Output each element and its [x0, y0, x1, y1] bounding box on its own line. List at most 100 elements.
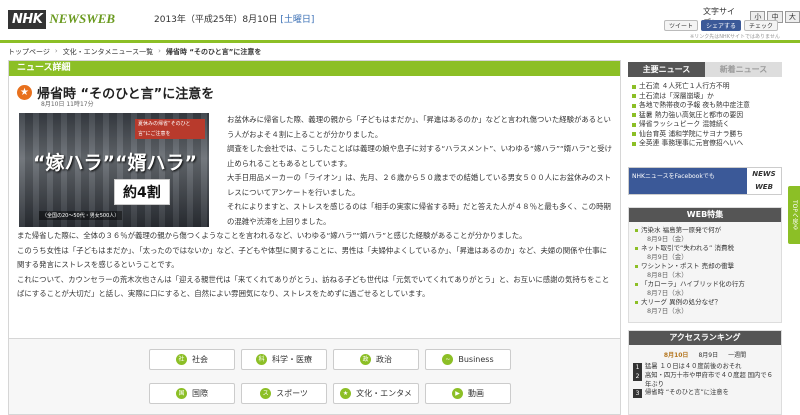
ranking-tab-week[interactable]: 一週間: [728, 350, 746, 359]
feature-date: 8月7日（水）: [647, 289, 688, 297]
bullet-icon: [632, 122, 636, 127]
feature-date: 8月7日（水）: [647, 307, 688, 315]
main-news-item[interactable]: 帰省ラッシュピーク 混雑続く: [632, 120, 778, 130]
category-label: 文化・エンタメ: [356, 389, 412, 398]
main-news-item[interactable]: 各地で熱帯夜の予報 夜も熱中症注意: [632, 101, 778, 111]
facebook-share-button[interactable]: シェアする: [701, 20, 742, 31]
news-link[interactable]: 帰省ラッシュピーク 混雑続く: [639, 120, 730, 130]
bullet-icon: [635, 265, 638, 268]
news-link[interactable]: 全英連 事務理事に元官僚招へいへ: [639, 139, 743, 149]
star-icon: ★: [17, 85, 32, 100]
nhk-newsweb-logo[interactable]: NHK NEWSWEB: [8, 6, 133, 32]
date-text: 2013年（平成25年）8月10日: [154, 15, 278, 25]
article-time: 8月10日 11時17分: [41, 101, 94, 108]
web-feature-item[interactable]: 汚染水 福島第一原発で何が: [635, 226, 777, 235]
web-feature-item[interactable]: ワシントン・ポスト 売却の衝撃: [635, 262, 777, 271]
feature-link[interactable]: 汚染水 福島第一原発で何が: [641, 226, 721, 235]
article-paragraph: お盆休みに帰省した際、義理の親から「子どもはまだか」、「昇進はあるのか」などと言…: [227, 115, 611, 139]
news-tabs: 主要ニュース 新着ニュース: [628, 62, 782, 77]
category-social[interactable]: 社社会: [149, 349, 235, 370]
bullet-icon: [632, 132, 636, 136]
bullet-icon: [632, 141, 636, 146]
main-news-item[interactable]: 土石流は「深層崩壊」か: [632, 92, 778, 102]
news-link[interactable]: 猛暑 熱力強い高気圧と都市の要因: [639, 111, 743, 121]
breadcrumb-culture-link[interactable]: 文化・エンタメニュース一覧: [63, 47, 153, 57]
ranking-tab-yesterday[interactable]: 8月9日: [698, 350, 718, 359]
font-size-large-button[interactable]: 大: [784, 11, 800, 23]
breadcrumb-current: 帰省時 “そのひと言”に注意を: [165, 48, 262, 56]
current-date: 2013年（平成25年）8月10日 [土曜日]: [154, 12, 314, 25]
category-label: 科学・医療: [272, 355, 312, 364]
section-title: ニュース詳細: [9, 61, 620, 76]
bullet-icon: [635, 247, 638, 250]
article-paragraph: それによりますと、ストレスを感じるのは「相手の実家に帰省する時」だと答えた人が４…: [227, 202, 611, 226]
web-feature-item[interactable]: ネット取引で“失われる” 消費税: [635, 244, 777, 253]
science-icon: 科: [256, 354, 267, 365]
video-icon: ▶: [452, 388, 463, 399]
category-politics[interactable]: 政政治: [333, 349, 419, 370]
news-detail-panel: ニュース詳細 ★ 帰省時 “そのひと言”に注意を 8月10日 11時17分 夏休…: [8, 60, 621, 350]
ranking-item[interactable]: 1 猛暑 １０日は４０度前後のおそれ: [633, 363, 777, 372]
site-header: NHK NEWSWEB 2013年（平成25年）8月10日 [土曜日] 文字サイ…: [0, 0, 800, 40]
business-icon: ~: [442, 354, 454, 365]
category-label: スポーツ: [276, 389, 308, 398]
web-feature-list: 汚染水 福島第一原発で何が 8月9日（金） ネット取引で“失われる” 消費税 8…: [629, 222, 781, 316]
feature-date: 8月9日（金）: [647, 253, 688, 261]
share-buttons: ツイート シェアする チェック: [664, 20, 779, 31]
article-paragraph: 調査をした会社では、こうしたことばは義理の娘や息子に対する“ハラスメント”、いわ…: [227, 144, 612, 168]
news-link[interactable]: 各地で熱帯夜の予報 夜も熱中症注意: [639, 101, 750, 111]
breadcrumb-separator: ›: [158, 47, 161, 55]
category-sports[interactable]: ススポーツ: [241, 383, 327, 404]
feature-link[interactable]: 大リーグ 異例の処分なぜ？: [641, 298, 721, 307]
main-news-item[interactable]: 猛暑 熱力強い高気圧と都市の要因: [632, 111, 778, 121]
rank-number: 1: [633, 363, 642, 372]
feature-link[interactable]: 「カローラ」ハイブリッド化の行方: [641, 280, 745, 289]
news-link[interactable]: 土石流は「深層崩壊」か: [639, 92, 714, 102]
feature-link[interactable]: ワシントン・ポスト 売却の衝撃: [641, 262, 734, 271]
category-world[interactable]: 国国際: [149, 383, 235, 404]
ranking-link[interactable]: 帰省時 “そのひと言”に注意を: [645, 389, 729, 398]
politics-icon: 政: [360, 354, 371, 365]
main-news-item[interactable]: 土石流 ４人死亡１人行方不明: [632, 82, 778, 92]
bullet-icon: [632, 94, 636, 98]
news-link[interactable]: 仙台育英 浦和学院にサヨナラ勝ち: [639, 130, 743, 140]
web-feature-panel: WEB特集 汚染水 福島第一原発で何が 8月9日（金） ネット取引で“失われる”…: [628, 207, 782, 323]
nhk-logo: NHK: [8, 9, 47, 29]
ranking-list: 1 猛暑 １０日は４０度前後のおそれ 2 高知・四万十市や甲府市で４０度超 国内で６…: [629, 359, 781, 398]
weekday-text: [土曜日]: [280, 15, 315, 25]
category-video[interactable]: ▶ 動画: [425, 383, 511, 404]
ranking-tab-today[interactable]: 8月10日: [664, 350, 689, 359]
tweet-button[interactable]: ツイート: [664, 20, 699, 31]
article-paragraph: また帰省した際に、全体の３６％が義理の親から傷つくようなことを言われるなど、いわ…: [17, 231, 527, 240]
breadcrumb-home-link[interactable]: トップページ: [8, 47, 50, 57]
article-paragraph: これについて、カウンセラーの荒木次也さんは「迎える親世代は「来てくれてありがとう…: [17, 274, 610, 299]
main-news-item[interactable]: 仙台育英 浦和学院にサヨナラ勝ち: [632, 130, 778, 140]
ranking-link[interactable]: 猛暑 １０日は４０度前後のおそれ: [645, 363, 741, 372]
ranking-item[interactable]: 3 帰省時 “そのひと言”に注意を: [633, 389, 777, 398]
web-feature-item[interactable]: 大リーグ 異例の処分なぜ？: [635, 298, 777, 307]
category-business[interactable]: ~ Business: [425, 349, 511, 370]
category-science[interactable]: 科科学・医療: [241, 349, 327, 370]
news-link[interactable]: 土石流 ４人死亡１人行方不明: [639, 82, 730, 92]
ranking-tabs: 8月10日 8月9日 一週間: [629, 345, 781, 359]
web-feature-item[interactable]: 「カローラ」ハイブリッド化の行方: [635, 280, 777, 289]
web-feature-title: WEB特集: [629, 208, 781, 222]
facebook-banner[interactable]: NHKニュースをFacebookでも NEWS WEB: [628, 167, 782, 195]
category-label: 政治: [376, 355, 392, 364]
world-icon: 国: [176, 388, 187, 399]
breadcrumb-separator: ›: [54, 47, 58, 55]
main-news-item[interactable]: 全英連 事務理事に元官僚招へいへ: [632, 139, 778, 149]
category-label: Business: [458, 355, 494, 364]
tab-latest-news[interactable]: 新着ニュース: [705, 62, 782, 77]
article-body: お盆休みに帰省した際、義理の親から「子どもはまだか」、「昇進はあるのか」などと言…: [17, 113, 613, 302]
feature-link[interactable]: ネット取引で“失われる” 消費税: [641, 244, 734, 253]
header-divider: [0, 40, 800, 43]
check-button[interactable]: チェック: [744, 20, 779, 31]
main-news-list: 土石流 ４人死亡１人行方不明 土石流は「深層崩壊」か 各地で熱帯夜の予報 夜も熱…: [628, 77, 782, 149]
tab-main-news[interactable]: 主要ニュース: [628, 62, 705, 77]
back-to-top-button[interactable]: TOPへ戻る: [788, 186, 800, 244]
facebook-banner-text: NHKニュースをFacebookでも: [629, 168, 747, 194]
ranking-item[interactable]: 2 高知・四万十市や甲府市で４０度超 国内で６年ぶり: [633, 372, 777, 389]
category-culture[interactable]: ★ 文化・エンタメ: [333, 383, 419, 404]
ranking-link[interactable]: 高知・四万十市や甲府市で４０度超 国内で６年ぶり: [645, 372, 777, 389]
